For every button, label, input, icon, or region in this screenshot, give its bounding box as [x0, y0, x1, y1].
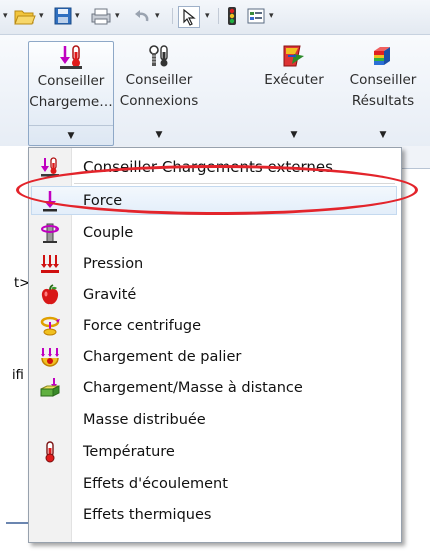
menu-item-label: Gravité — [83, 286, 137, 303]
chevron-down-icon: ▾ — [3, 11, 8, 21]
ribbon-button-label: Exécuter — [264, 72, 324, 88]
cursor-arrow-icon — [183, 8, 196, 26]
chevron-down-icon: ▾ — [39, 11, 44, 21]
print-button[interactable]: ▾ — [90, 6, 120, 26]
tree-divider — [6, 522, 28, 524]
menu-item-masse-distribuee[interactable]: Masse distribuée — [29, 404, 401, 435]
undo-icon — [135, 10, 149, 22]
menu-item-label: Force centrifuge — [83, 317, 202, 334]
printer-icon — [91, 8, 111, 25]
ribbon-button-label: Conseiller — [37, 73, 105, 89]
force-arrow-icon — [29, 185, 71, 216]
run-icon — [282, 43, 306, 69]
traffic-light-icon — [228, 7, 236, 25]
menu-item-label: Température — [83, 443, 175, 460]
toolbar-separator — [172, 8, 173, 24]
chevron-down-icon: ▾ — [155, 11, 160, 21]
rebuild-button[interactable] — [226, 6, 238, 26]
connections-advisor-icon — [146, 43, 172, 69]
menu-item-chargement-masse-distance[interactable]: Chargement/Masse à distance — [29, 372, 401, 403]
menu-item-chargement-palier[interactable]: Chargement de palier — [29, 341, 401, 372]
loads-advisor-icon — [29, 151, 71, 182]
feature-tree-fragment: t> ifi — [0, 146, 30, 555]
menu-item-couple[interactable]: Couple — [29, 217, 401, 248]
chevron-down-icon: ▾ — [269, 11, 274, 21]
loads-advisor-button[interactable]: Conseiller Chargeme… ▼ — [28, 41, 114, 146]
chevron-down-icon: ▾ — [115, 11, 120, 21]
chevron-down-icon: ▾ — [75, 11, 80, 21]
undo-button[interactable]: ▾ — [132, 6, 160, 26]
menu-item-gravite[interactable]: Gravité — [29, 279, 401, 310]
chevron-down-icon[interactable]: ▼ — [340, 125, 426, 144]
run-button[interactable]: Exécuter ▼ — [252, 41, 336, 144]
results-advisor-icon — [370, 43, 396, 69]
gravity-apple-icon — [29, 279, 71, 310]
menu-item-label: Masse distribuée — [83, 411, 206, 428]
menu-item-pression[interactable]: Pression — [29, 248, 401, 279]
select-dropdown-button[interactable]: ▾ — [202, 6, 210, 26]
open-button[interactable]: ▾ — [14, 6, 44, 26]
simulation-ribbon: Conseiller Chargeme… ▼ Conseiller Connexio… — [0, 34, 430, 148]
chevron-down-icon[interactable]: ▼ — [252, 125, 336, 144]
options-button[interactable]: ▾ — [246, 6, 274, 26]
menu-item-effets-ecoulement[interactable]: Effets d'écoulement — [29, 468, 401, 499]
thermometer-icon — [29, 436, 71, 467]
external-loads-dropdown-menu: Conseiller Chargements externes Force Co… — [28, 147, 402, 543]
toolbar-separator — [218, 8, 219, 24]
menu-item-temperature[interactable]: Température — [29, 436, 401, 467]
ribbon-button-label: Résultats — [351, 93, 415, 109]
menu-item-label: Effets d'écoulement — [83, 475, 228, 492]
remote-load-icon — [29, 372, 71, 403]
loads-advisor-icon — [58, 44, 84, 70]
menu-item-force[interactable]: Force — [29, 185, 401, 216]
centrifugal-icon — [29, 310, 71, 341]
chevron-down-icon[interactable]: ▼ — [118, 125, 200, 144]
menu-item-label: Force — [83, 192, 123, 209]
chevron-down-icon: ▾ — [205, 11, 210, 21]
menu-separator — [74, 183, 395, 184]
chevron-down-icon[interactable]: ▼ — [29, 125, 113, 145]
save-button[interactable]: ▾ — [54, 6, 80, 26]
torque-icon — [29, 217, 71, 248]
bearing-load-icon — [29, 341, 71, 372]
connections-advisor-button[interactable]: Conseiller Connexions ▼ — [118, 41, 200, 144]
menu-item-label: Conseiller Chargements externes — [83, 157, 333, 176]
menu-item-force-centrifuge[interactable]: Force centrifuge — [29, 310, 401, 341]
menu-item-label: Chargement de palier — [83, 348, 242, 365]
save-disk-icon — [54, 7, 72, 25]
menu-item-label: Effets thermiques — [83, 506, 212, 523]
menu-item-label: Chargement/Masse à distance — [83, 379, 303, 396]
menu-item-label: Pression — [83, 255, 144, 272]
quick-access-toolbar: ▾ ▾ ▾ ▾ ▾ ▾ ▾ — [0, 0, 430, 34]
ribbon-button-label: Conseiller — [349, 72, 417, 88]
ribbon-button-label: Connexions — [119, 93, 199, 109]
folder-open-icon — [14, 10, 36, 25]
menu-item-effets-thermiques[interactable]: Effets thermiques — [29, 499, 401, 530]
select-button[interactable] — [178, 6, 200, 28]
options-list-icon — [247, 8, 265, 24]
menu-item-label: Couple — [83, 224, 134, 241]
tree-text-fragment: ifi — [12, 368, 24, 383]
results-advisor-button[interactable]: Conseiller Résultats ▼ — [340, 41, 426, 144]
menu-item-loads-advisor[interactable]: Conseiller Chargements externes — [29, 151, 401, 182]
new-document-button[interactable]: ▾ — [0, 6, 8, 26]
ribbon-button-label: Conseiller — [125, 72, 193, 88]
pressure-icon — [29, 248, 71, 279]
ribbon-button-label: Chargeme… — [29, 94, 113, 110]
